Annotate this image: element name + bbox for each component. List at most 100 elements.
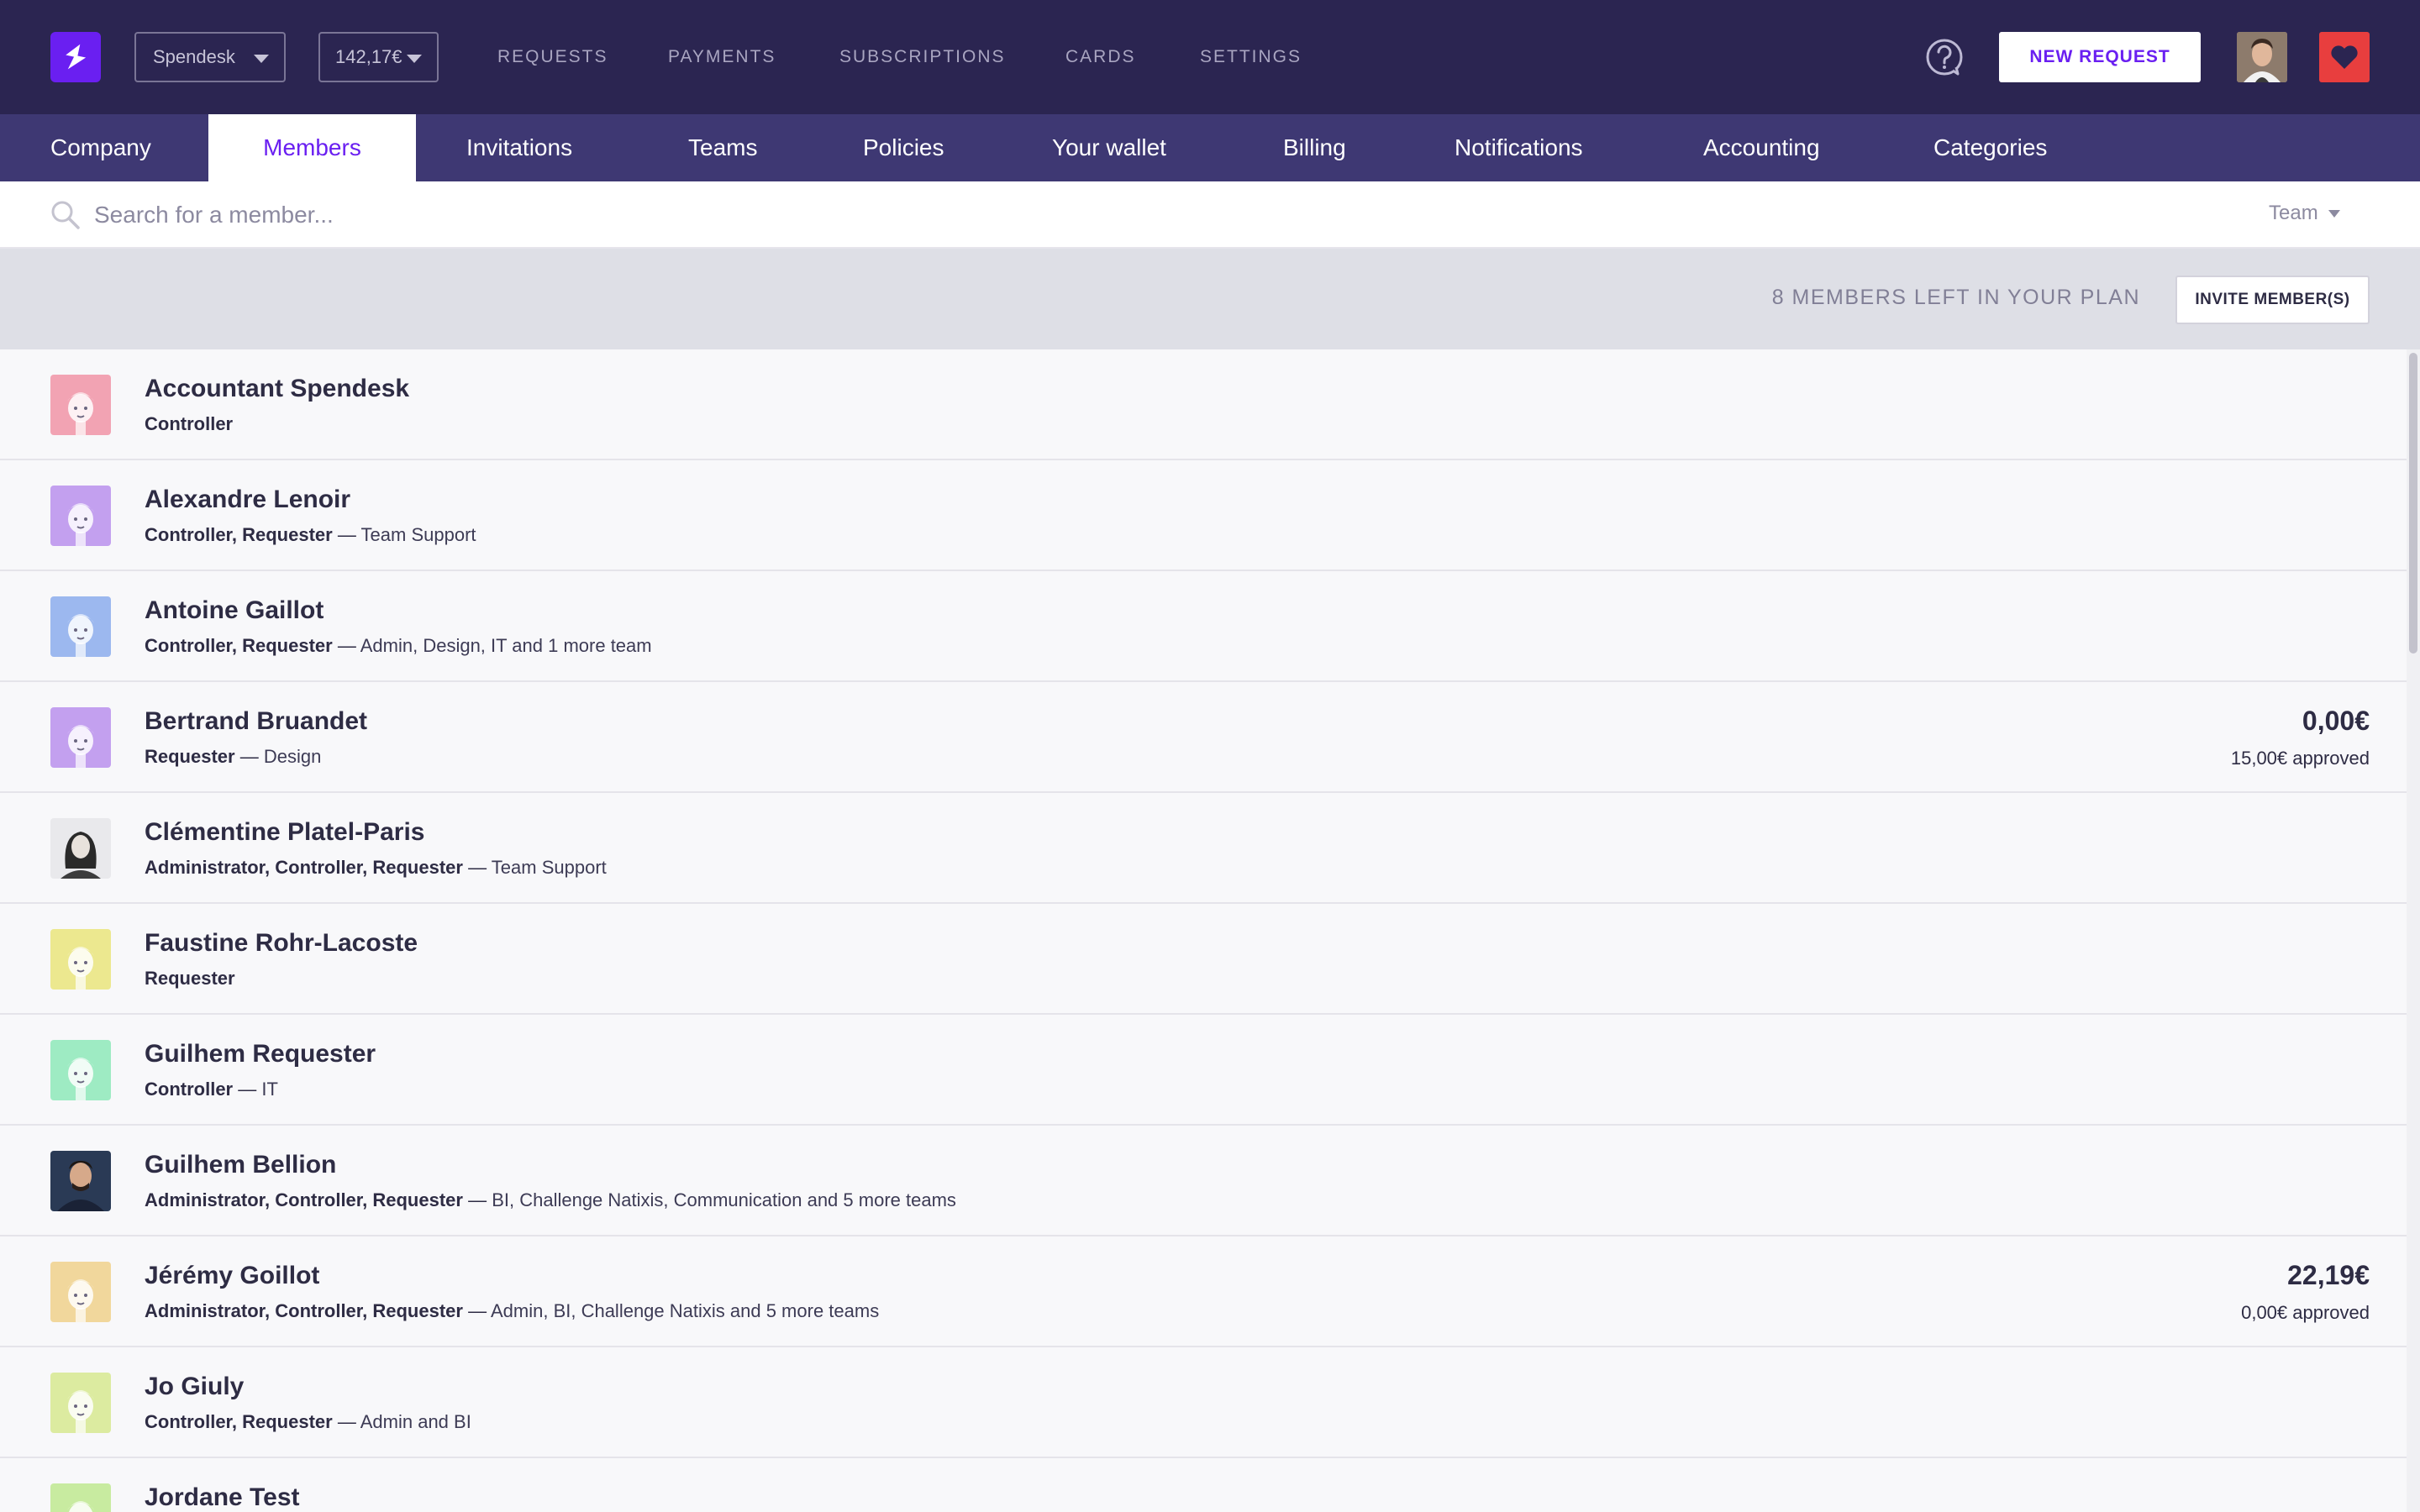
tab-members[interactable]: Members — [208, 114, 416, 181]
member-teams: Design — [263, 746, 322, 767]
tab-categories[interactable]: Categories — [1933, 114, 2047, 181]
balance-dropdown[interactable]: 142,17€ — [318, 32, 439, 82]
spendesk-logo-icon[interactable] — [50, 32, 101, 82]
scrollbar[interactable] — [2407, 349, 2420, 1512]
member-list: Jordane Test Jo Giuly Controller, Requeste… — [0, 349, 2420, 1512]
separator: — — [462, 1300, 491, 1321]
team-filter-label: Team — [2269, 202, 2318, 224]
list-item[interactable]: Clémentine Platel-Paris Administrator, Co… — [0, 793, 2407, 904]
separator: — — [233, 1079, 262, 1100]
separator: — — [332, 635, 360, 656]
list-item[interactable]: Bertrand Bruandet Requester — Design 0,00€… — [0, 682, 2407, 793]
member-teams: IT — [261, 1079, 278, 1100]
member-roles-line: Administrator, Controller, Requester — T… — [145, 857, 607, 879]
separator: — — [332, 524, 361, 545]
settings-tabs: Company Members Invitations Teams Polici… — [0, 114, 2420, 181]
invite-members-button[interactable]: INVITE MEMBER(S) — [2175, 276, 2370, 324]
member-roles-line: Controller, Requester — Admin and BI — [145, 1411, 471, 1433]
tab-accounting[interactable]: Accounting — [1703, 114, 1820, 181]
list-item[interactable]: Accountant Spendesk Controller — [0, 349, 2407, 460]
search-input[interactable] — [94, 197, 2111, 234]
members-left-text: 8 MEMBERS LEFT IN YOUR PLAN — [1771, 286, 2140, 309]
help-icon[interactable] — [1924, 37, 1965, 77]
list-item[interactable]: Faustine Rohr-Lacoste Requester — [0, 904, 2407, 1015]
balance-value: 142,17€ — [335, 46, 402, 67]
member-roles-line: Requester — [145, 968, 235, 990]
nav-requests[interactable]: REQUESTS — [497, 47, 608, 67]
nav-cards[interactable]: CARDS — [1065, 47, 1136, 67]
member-search-bar: Team — [0, 181, 2420, 249]
list-item[interactable]: Guilhem Requester Controller — IT — [0, 1015, 2407, 1126]
list-item[interactable]: Antoine Gaillot Controller, Requester — A… — [0, 571, 2407, 682]
avatar — [50, 486, 111, 546]
avatar — [50, 1151, 111, 1211]
separator: — — [462, 857, 492, 878]
tab-teams[interactable]: Teams — [688, 114, 757, 181]
avatar — [50, 707, 111, 768]
member-teams: Team Support — [491, 857, 607, 878]
tab-your-wallet[interactable]: Your wallet — [1052, 114, 1166, 181]
heart-button[interactable] — [2319, 32, 2370, 82]
nav-payments[interactable]: PAYMENTS — [668, 47, 776, 67]
team-filter-dropdown[interactable]: Team — [2269, 202, 2340, 225]
company-switcher[interactable]: Spendesk — [134, 32, 286, 82]
member-roles: Administrator, Controller, Requester — [145, 1300, 463, 1321]
member-teams: Admin, BI, Challenge Natixis and 5 more … — [490, 1300, 880, 1321]
nav-settings[interactable]: SETTINGS — [1200, 47, 1302, 67]
avatar — [50, 818, 111, 879]
member-name: Bertrand Bruandet — [145, 707, 368, 735]
list-item[interactable]: Guilhem Bellion Administrator, Controller… — [0, 1126, 2407, 1236]
member-name: Accountant Spendesk — [145, 375, 410, 402]
member-spent-amount: 22,19€ — [2287, 1260, 2370, 1290]
member-roles-line: Controller, Requester — Team Support — [145, 524, 476, 546]
list-item[interactable]: Jo Giuly Controller, Requester — Admin an… — [0, 1347, 2407, 1458]
list-item[interactable]: Jérémy Goillot Administrator, Controller,… — [0, 1236, 2407, 1347]
tab-policies[interactable]: Policies — [863, 114, 944, 181]
member-name: Jérémy Goillot — [145, 1262, 320, 1289]
avatar — [50, 596, 111, 657]
tab-company[interactable]: Company — [0, 114, 208, 181]
heart-icon — [2331, 45, 2358, 69]
member-name: Guilhem Requester — [145, 1040, 376, 1068]
top-bar: Spendesk 142,17€ REQUESTS PAYMENTS SUBSC… — [0, 0, 2420, 114]
new-request-button[interactable]: NEW REQUEST — [1999, 32, 2201, 82]
member-name: Alexandre Lenoir — [145, 486, 351, 513]
chevron-down-icon — [254, 55, 269, 63]
tab-invitations[interactable]: Invitations — [466, 114, 572, 181]
scrollbar-thumb[interactable] — [2409, 353, 2417, 654]
avatar — [50, 1040, 111, 1100]
tab-billing[interactable]: Billing — [1283, 114, 1346, 181]
avatar — [50, 1483, 111, 1512]
member-roles-line: Requester — Design — [145, 746, 321, 768]
tab-notifications[interactable]: Notifications — [1455, 114, 1583, 181]
member-roles: Administrator, Controller, Requester — [145, 857, 463, 878]
member-name: Clémentine Platel-Paris — [145, 818, 425, 846]
separator: — — [234, 746, 264, 767]
member-roles: Controller — [145, 413, 234, 434]
avatar — [50, 1262, 111, 1322]
chevron-down-icon — [2328, 210, 2340, 218]
member-roles: Controller — [145, 1079, 234, 1100]
member-name: Jordane Test — [145, 1483, 300, 1511]
list-item[interactable]: Jordane Test — [0, 1458, 2407, 1512]
nav-subscriptions[interactable]: SUBSCRIPTIONS — [839, 47, 1006, 67]
member-roles: Requester — [145, 968, 235, 989]
plan-banner: 8 MEMBERS LEFT IN YOUR PLAN INVITE MEMBE… — [0, 249, 2420, 349]
member-teams: BI, Challenge Natixis, Communication and… — [492, 1189, 956, 1210]
separator: — — [332, 1411, 360, 1432]
member-roles: Controller, Requester — [145, 635, 333, 656]
avatar — [50, 1373, 111, 1433]
avatar — [50, 929, 111, 990]
member-teams: Admin and BI — [360, 1411, 471, 1432]
member-name: Antoine Gaillot — [145, 596, 324, 624]
list-item[interactable]: Alexandre Lenoir Controller, Requester — … — [0, 460, 2407, 571]
chevron-down-icon — [407, 55, 422, 63]
member-roles-line: Controller, Requester — Admin, Design, I… — [145, 635, 652, 657]
member-teams: Team Support — [360, 524, 476, 545]
member-roles: Controller, Requester — [145, 1411, 333, 1432]
member-roles-line: Administrator, Controller, Requester — A… — [145, 1300, 879, 1322]
avatar[interactable] — [2237, 32, 2287, 82]
member-roles: Requester — [145, 746, 235, 767]
member-roles-line: Controller — [145, 413, 233, 435]
member-name: Faustine Rohr-Lacoste — [145, 929, 418, 957]
